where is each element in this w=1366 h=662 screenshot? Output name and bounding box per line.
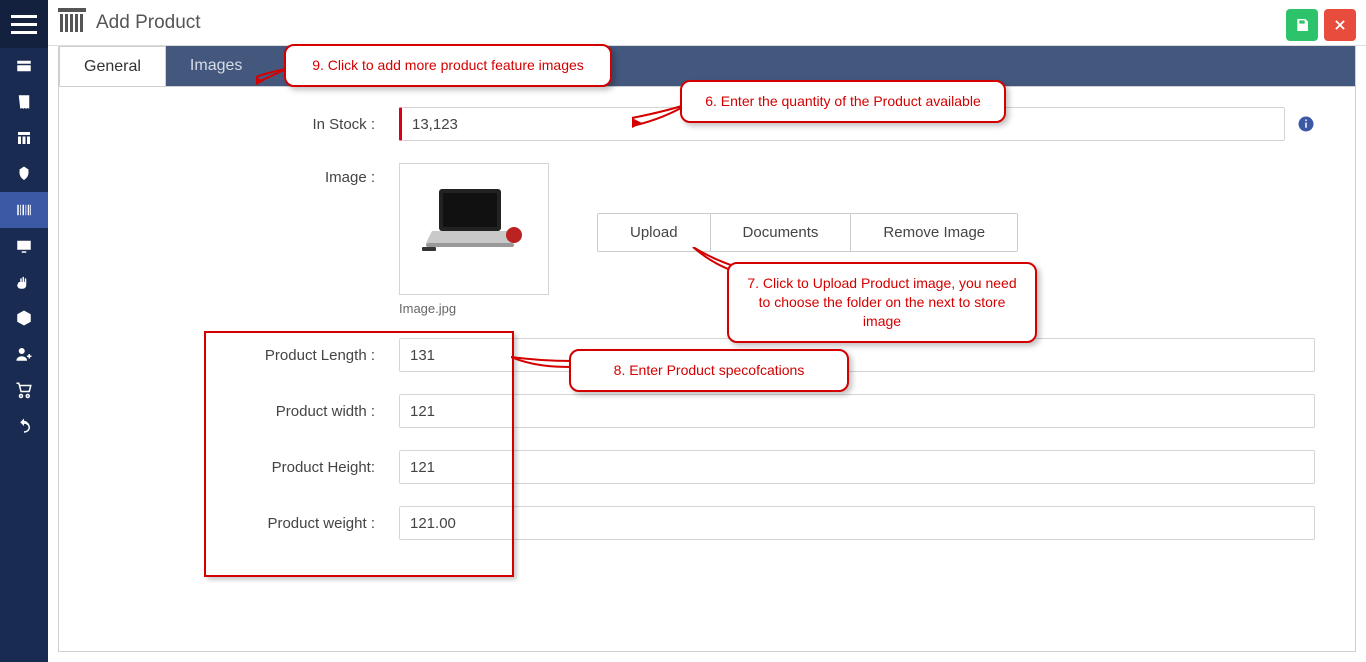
callout8-tail	[511, 351, 575, 375]
nav-undo-icon[interactable]	[0, 408, 48, 444]
image-label: Image :	[99, 163, 399, 186]
callout-7: 7. Click to Upload Product image, you ne…	[727, 262, 1037, 343]
nav-display-icon[interactable]	[0, 228, 48, 264]
laptop-image	[412, 174, 536, 274]
nav-card-icon[interactable]	[0, 48, 48, 84]
in-stock-label: In Stock :	[99, 116, 399, 133]
nav-money-icon[interactable]	[0, 156, 48, 192]
callout-8: 8. Enter Product specofcations	[569, 349, 849, 392]
page-title: Add Product	[96, 12, 201, 34]
tab-general[interactable]: General	[59, 46, 166, 87]
width-label: Product width :	[99, 403, 399, 420]
tab-images[interactable]: Images	[166, 46, 266, 86]
nav-receipt-icon[interactable]	[0, 84, 48, 120]
height-input[interactable]	[399, 450, 1315, 484]
titlebar: Add Product	[48, 0, 1366, 46]
barcode-icon	[58, 8, 86, 37]
image-thumbnail[interactable]	[399, 163, 549, 295]
callout-9: 9. Click to add more product feature ima…	[284, 44, 612, 87]
nav-cart-icon[interactable]	[0, 372, 48, 408]
nav-hand-icon[interactable]	[0, 264, 48, 300]
weight-label: Product weight :	[99, 515, 399, 532]
form-panel: In Stock : Image :	[58, 86, 1356, 652]
remove-image-button[interactable]: Remove Image	[850, 214, 1017, 251]
menu-toggle[interactable]	[0, 0, 48, 48]
length-label: Product Length :	[99, 347, 399, 364]
callout9-tail	[254, 65, 288, 89]
image-caption: Image.jpg	[399, 301, 585, 316]
nav-box-icon[interactable]	[0, 300, 48, 336]
info-icon[interactable]	[1297, 115, 1315, 133]
height-label: Product Height:	[99, 459, 399, 476]
sidebar	[0, 0, 48, 662]
upload-button[interactable]: Upload	[598, 214, 710, 251]
width-input[interactable]	[399, 394, 1315, 428]
nav-barcode-icon[interactable]	[0, 192, 48, 228]
nav-user-plus-icon[interactable]	[0, 336, 48, 372]
weight-input[interactable]	[399, 506, 1315, 540]
documents-button[interactable]: Documents	[710, 214, 851, 251]
close-button[interactable]	[1324, 9, 1356, 41]
callout-6: 6. Enter the quantity of the Product ava…	[680, 80, 1006, 123]
save-button[interactable]	[1286, 9, 1318, 41]
nav-column-icon[interactable]	[0, 120, 48, 156]
image-actions: Upload Documents Remove Image	[597, 213, 1018, 252]
